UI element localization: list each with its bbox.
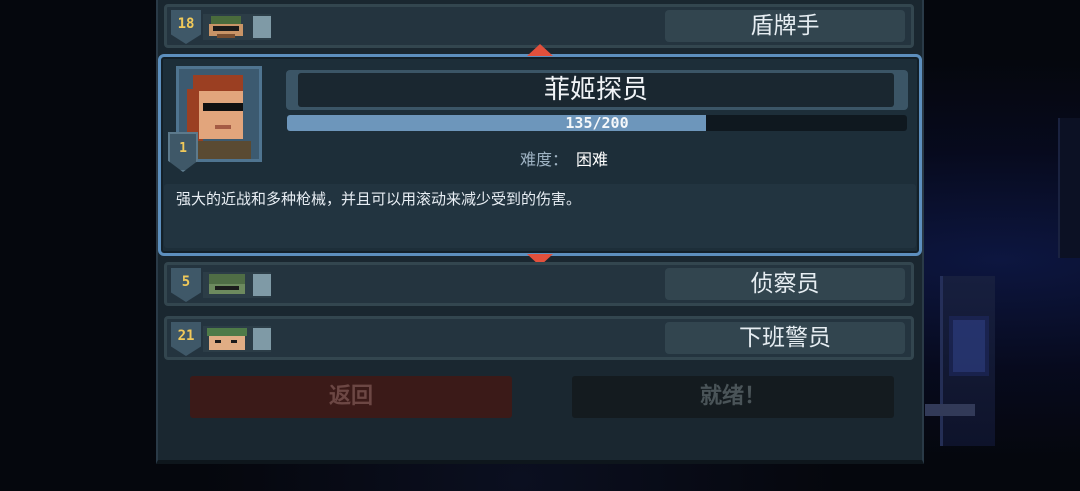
ready-button[interactable]: 就绪！ [572, 376, 894, 418]
character-name: 菲姬探员 [298, 73, 894, 107]
level-badge: 21 [171, 322, 201, 356]
triangle-up-icon[interactable] [527, 44, 553, 56]
character-description-box: 强大的近战和多种枪械，并且可以用滚动来减少受到的伤害。 [164, 184, 916, 248]
id-card-icon [253, 328, 271, 350]
character-row-offduty-cop[interactable]: 21 下班警员 [164, 316, 914, 360]
shield-bearer-face-icon [203, 14, 251, 40]
back-button[interactable]: 返回 [190, 376, 512, 418]
experience-bar: 135/200 [287, 115, 907, 131]
character-name: 下班警员 [665, 322, 905, 354]
difficulty-value: 困难 [576, 150, 609, 169]
background-pipe [925, 404, 975, 416]
id-card-icon [253, 274, 271, 296]
experience-text: 135/200 [565, 114, 629, 132]
scout-face-icon [203, 272, 251, 298]
cop-face-icon [203, 326, 251, 352]
character-thumbnail [203, 14, 271, 40]
character-name: 盾牌手 [665, 10, 905, 42]
character-name: 侦察员 [665, 268, 905, 300]
background-wall-panel [1058, 118, 1080, 258]
character-thumbnail [203, 326, 271, 352]
character-row-shield[interactable]: 18 盾牌手 [164, 4, 914, 48]
character-row-scout[interactable]: 5 侦察员 [164, 262, 914, 306]
character-thumbnail [203, 272, 271, 298]
id-card-icon [253, 16, 271, 38]
level-badge: 5 [171, 268, 201, 302]
difficulty-label: 难度： [520, 150, 569, 169]
background-vending-machine [940, 276, 995, 446]
character-description: 强大的近战和多种枪械，并且可以用滚动来减少受到的伤害。 [176, 190, 582, 208]
level-badge: 18 [171, 10, 201, 44]
difficulty: 难度： 困难 [520, 146, 720, 169]
